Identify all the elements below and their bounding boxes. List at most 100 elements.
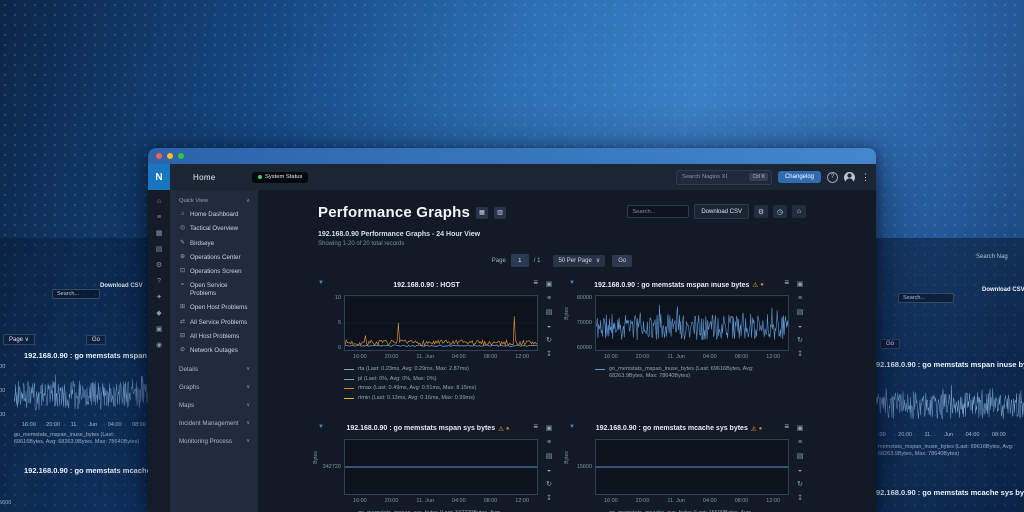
chart-plot[interactable] [344, 439, 538, 495]
export-icon[interactable]: ↧ [797, 351, 803, 358]
chart-legend: rta (Last: 0.23ms, Avg: 0.29ms, Max: 2.8… [318, 366, 538, 402]
camera-icon[interactable]: ▣ [546, 425, 553, 432]
warning-icon: ⚠ [752, 281, 758, 289]
camera-icon[interactable]: ▣ [797, 281, 804, 288]
tools-icon[interactable]: ✦ [156, 294, 162, 301]
dashboards-icon[interactable]: ▦ [156, 230, 163, 237]
report-icon[interactable]: ▤ [797, 309, 804, 316]
system-status-button[interactable]: System Status [252, 172, 308, 183]
x-tick: 20:00 [385, 498, 399, 504]
user-avatar[interactable] [844, 172, 855, 183]
sidebar-item-operations-screen[interactable]: ⊡ Operations Screen [179, 268, 258, 276]
tactical-overview-icon: ◎ [179, 225, 186, 233]
sidebar-section-maps[interactable]: Maps ∨ [179, 402, 258, 409]
chart-panel-host: ▼ 192.168.0.90 : HOST ≡ 1050 16:0020:001… [318, 279, 538, 405]
global-search[interactable]: Ctrl K [676, 170, 772, 185]
account-icon[interactable]: ◉ [156, 342, 162, 349]
chart-title: 192.168.0.90 : go memstats mspan sys byt… [346, 425, 495, 432]
help-icon[interactable]: ? [827, 172, 838, 183]
settings-gear-icon[interactable]: ⚙ [754, 205, 768, 218]
sidebar-section-monitoring-process[interactable]: Monitoring Process ∨ [179, 438, 258, 445]
filter-icon[interactable]: ▼ [318, 424, 324, 430]
camera-icon[interactable]: ▣ [546, 281, 553, 288]
sidebar-item-network-outages[interactable]: ⊘ Network Outages [179, 347, 258, 355]
minimize-window-button[interactable] [167, 153, 173, 159]
sidebar-section-graphs[interactable]: Graphs ∨ [179, 384, 258, 391]
chart-plot[interactable] [595, 439, 789, 495]
maximize-window-button[interactable] [178, 153, 184, 159]
menu-icon[interactable]: ≡ [547, 439, 551, 446]
filter-icon[interactable]: ▼ [569, 280, 575, 286]
download-csv-button[interactable]: Download CSV [694, 204, 749, 219]
enterprise-icon[interactable]: ◆ [156, 310, 161, 317]
sidebar-item-open-host-problems[interactable]: ⊞ Open Host Problems [179, 304, 258, 312]
sidebar-item-birdseye[interactable]: ✎ Birdseye [179, 240, 258, 248]
x-tick: 16:00 [353, 498, 367, 504]
bell-icon[interactable]: ◒ [798, 323, 802, 330]
bell-icon[interactable]: ◒ [547, 467, 551, 474]
camera-icon[interactable]: ▣ [797, 425, 804, 432]
sidebar-item-operations-center[interactable]: ⊕ Operations Center [179, 254, 258, 262]
docs-icon[interactable]: ▣ [156, 326, 163, 333]
panel-menu-icon[interactable]: ≡ [784, 423, 789, 431]
chart-plot[interactable] [595, 295, 789, 351]
menu-icon[interactable]: ≡ [798, 295, 802, 302]
export-icon[interactable]: ↧ [797, 495, 803, 502]
y-axis-label: Bytes [313, 451, 319, 464]
sidebar-group-quick-view[interactable]: Quick View ∧ [179, 198, 258, 204]
panel-menu-icon[interactable]: ≡ [784, 279, 789, 287]
changelog-button[interactable]: Changelog [778, 171, 821, 183]
gear-icon[interactable]: ⚙ [156, 262, 162, 269]
chart-status-icons: ⚠● [752, 281, 763, 289]
bell-icon[interactable]: ◒ [547, 323, 551, 330]
list-view-button[interactable]: ▥ [494, 207, 506, 219]
history-icon[interactable]: ↻ [546, 481, 552, 488]
y-tick: 70000 [577, 320, 592, 326]
bell-icon[interactable]: ◒ [798, 467, 802, 474]
add-to-dashboard-icon[interactable]: ⌂ [792, 205, 806, 218]
history-icon[interactable]: ↻ [797, 337, 803, 344]
history-icon[interactable]: ↻ [546, 337, 552, 344]
report-icon[interactable]: ▤ [546, 453, 553, 460]
chevron-down-icon: ∨ [246, 366, 250, 372]
panel-menu-icon[interactable]: ≡ [533, 423, 538, 431]
filter-icon[interactable]: ▼ [569, 424, 575, 430]
chevron-down-icon: ∨ [246, 438, 250, 444]
close-window-button[interactable] [156, 153, 162, 159]
history-icon[interactable]: ↻ [797, 481, 803, 488]
home-icon[interactable]: ⌂ [157, 198, 161, 205]
warning-icon: ⚠ [498, 425, 504, 433]
sidebar-item-all-host-problems[interactable]: ⊟ All Host Problems [179, 333, 258, 341]
reports-icon[interactable]: ▤ [156, 246, 163, 253]
export-icon[interactable]: ↧ [546, 495, 552, 502]
go-button[interactable]: Go [612, 255, 632, 267]
y-axis-ticks: 800007000060000 [577, 295, 595, 351]
per-page-select[interactable]: 50 Per Page ∨ [553, 255, 605, 267]
panel-action-icons: ▣ ≡ ▤ ◒ ↻ ↧ [794, 423, 806, 512]
y-tick: 342720 [323, 464, 341, 470]
report-icon[interactable]: ▤ [797, 453, 804, 460]
sidebar-item-open-service-problems[interactable]: ≈ Open Service Problems [179, 282, 258, 298]
export-icon[interactable]: ↧ [546, 351, 552, 358]
refresh-clock-icon[interactable]: ◷ [773, 205, 787, 218]
views-icon[interactable]: ≡ [157, 214, 161, 221]
report-icon[interactable]: ▤ [546, 309, 553, 316]
sidebar-item-tactical-overview[interactable]: ◎ Tactical Overview [179, 225, 258, 233]
menu-icon[interactable]: ≡ [798, 439, 802, 446]
filter-icon[interactable]: ▼ [318, 280, 324, 286]
sidebar-section-incident-management[interactable]: Incident Management ∨ [179, 420, 258, 427]
x-tick: 12:00 [515, 498, 529, 504]
search-input[interactable] [627, 205, 689, 218]
help-rail-icon[interactable]: ? [157, 278, 161, 285]
kebab-menu-icon[interactable]: ⋮ [861, 173, 870, 182]
sidebar-item-all-service-problems[interactable]: ⇄ All Service Problems [179, 319, 258, 327]
sidebar-item-home-dashboard[interactable]: ⌂ Home Dashboard [179, 211, 258, 219]
menu-icon[interactable]: ≡ [547, 295, 551, 302]
nagios-logo[interactable]: N [148, 164, 170, 190]
grid-view-button[interactable]: ▦ [476, 207, 488, 219]
sidebar-section-details[interactable]: Details ∨ [179, 366, 258, 373]
chart-plot[interactable] [344, 295, 538, 351]
page-number-input[interactable] [511, 254, 529, 267]
panel-menu-icon[interactable]: ≡ [533, 279, 538, 287]
global-search-input[interactable] [680, 173, 747, 181]
